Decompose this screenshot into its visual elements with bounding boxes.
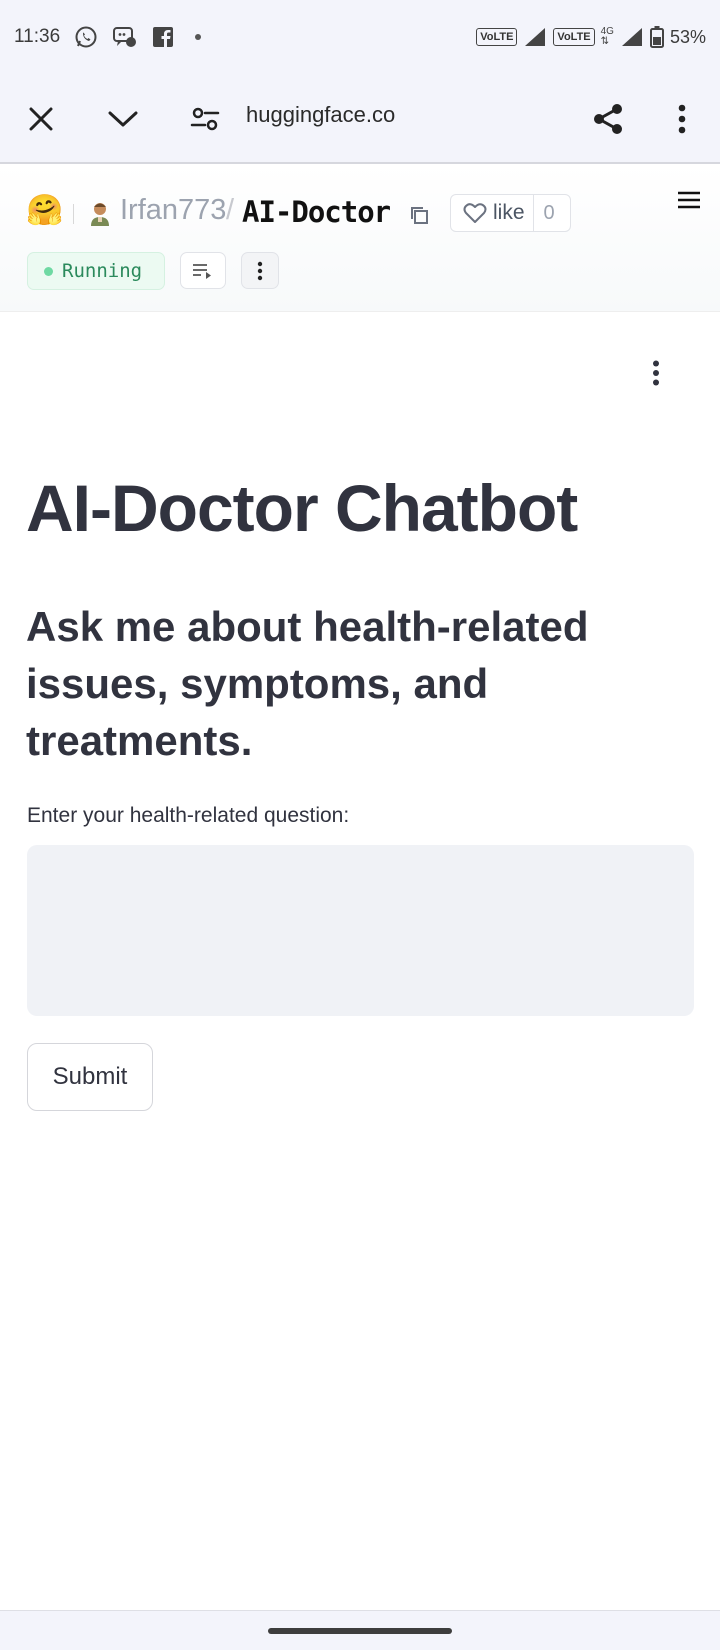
page-title: AI-Doctor Chatbot <box>26 471 578 545</box>
battery-percent: 53% <box>669 26 706 47</box>
question-input[interactable] <box>27 845 694 1016</box>
space-options-button[interactable] <box>241 252 279 289</box>
status-badge: Running <box>27 252 165 290</box>
close-icon <box>29 107 53 131</box>
volte-badge-2: VoLTE <box>553 28 595 46</box>
share-button[interactable] <box>584 95 632 143</box>
submit-button[interactable]: Submit <box>27 1043 153 1111</box>
status-bar: 11:36 VoLTE VoLTE 4G ⇅ 53% <box>0 0 720 74</box>
status-text: Running <box>62 260 143 282</box>
dot-icon <box>188 27 208 47</box>
logs-button[interactable] <box>180 252 226 289</box>
browser-menu-button[interactable] <box>658 95 706 143</box>
minimize-button[interactable] <box>99 95 147 143</box>
copy-icon[interactable] <box>408 204 430 226</box>
logs-icon <box>193 263 211 279</box>
app-menu-button[interactable] <box>643 358 669 388</box>
battery-icon <box>649 26 664 48</box>
chat-icon <box>112 25 138 49</box>
hamburger-menu-icon[interactable] <box>676 188 702 212</box>
space-owner-link[interactable]: Irfan773 <box>120 194 226 227</box>
site-settings-button[interactable] <box>181 95 229 143</box>
page-subtitle: Ask me about health-related issues, symp… <box>26 603 589 764</box>
avatar[interactable] <box>88 200 112 226</box>
signal-icon-2 <box>620 26 644 48</box>
facebook-icon <box>152 26 174 48</box>
hugging-face-logo-icon[interactable]: 🤗 <box>26 194 63 228</box>
breadcrumb-separator: / <box>226 194 235 226</box>
signal-icon-1 <box>523 26 547 48</box>
volte-badge-1: VoLTE <box>476 28 518 46</box>
more-vert-icon <box>257 261 263 280</box>
more-vert-icon <box>678 104 686 134</box>
system-nav-bar <box>0 1610 720 1650</box>
space-name-link[interactable]: AI-Doctor <box>242 195 391 229</box>
heart-icon <box>463 203 487 223</box>
divider <box>73 204 74 224</box>
space-header: 🤗 Irfan773 / AI-Doctor like 0 Running <box>0 164 720 312</box>
more-vert-icon <box>653 360 659 386</box>
like-count[interactable]: 0 <box>534 202 565 225</box>
share-icon <box>594 104 622 134</box>
network-type: 4G ⇅ <box>600 26 614 47</box>
whatsapp-icon <box>74 25 98 49</box>
status-time: 11:36 <box>14 26 61 47</box>
like-label: like <box>493 201 525 224</box>
like-button[interactable]: like 0 <box>450 194 571 232</box>
status-dot <box>44 266 53 276</box>
question-label: Enter your health-related question: <box>27 804 350 827</box>
like-toggle[interactable]: like <box>451 195 534 231</box>
url-text[interactable]: huggingface.co <box>246 102 395 128</box>
chevron-down-icon <box>108 111 138 127</box>
site-settings-icon <box>190 107 220 131</box>
close-tab-button[interactable] <box>17 95 65 143</box>
browser-toolbar: huggingface.co <box>0 74 720 164</box>
home-gesture-handle[interactable] <box>268 1628 452 1634</box>
